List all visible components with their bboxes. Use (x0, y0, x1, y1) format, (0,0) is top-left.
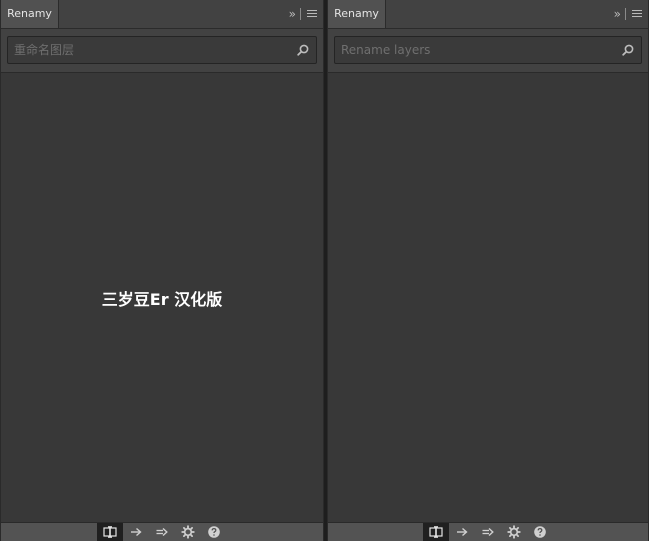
gear-icon (507, 525, 521, 539)
apply-all-button[interactable] (475, 523, 501, 541)
renamy-panel-english: Renamy » (327, 0, 649, 541)
apply-all-button[interactable] (149, 523, 175, 541)
layer-list-area (328, 73, 648, 523)
search-area (328, 29, 648, 73)
gear-icon (181, 525, 195, 539)
search-area (1, 29, 323, 73)
rename-icon (103, 526, 117, 538)
translation-watermark: 三岁豆Er 汉化版 (101, 290, 223, 309)
arrow-right-icon (457, 527, 468, 537)
help-button[interactable] (201, 523, 227, 541)
panel-menu-icon[interactable] (632, 10, 642, 18)
rename-icon (429, 526, 443, 538)
search-input[interactable] (8, 37, 286, 63)
settings-button[interactable] (175, 523, 201, 541)
panel-tabbar: Renamy » (328, 0, 648, 29)
search-icon[interactable] (297, 44, 309, 56)
double-arrow-right-icon (482, 527, 494, 537)
arrow-right-icon (131, 527, 142, 537)
search-icon[interactable] (622, 44, 634, 56)
settings-button[interactable] (501, 523, 527, 541)
layer-list-area: 三岁豆Er 汉化版 (1, 73, 323, 523)
search-input[interactable] (335, 37, 611, 63)
apply-button[interactable] (123, 523, 149, 541)
search-box (334, 36, 642, 64)
collapse-panel-icon[interactable]: » (289, 7, 296, 21)
rename-tool-button[interactable] (423, 523, 449, 541)
help-button[interactable] (527, 523, 553, 541)
panel-footer-toolbar (328, 522, 648, 541)
search-box (7, 36, 317, 64)
panel-menu-icon[interactable] (307, 10, 317, 18)
panel-footer-toolbar (1, 522, 323, 541)
tab-renamy[interactable]: Renamy (1, 0, 59, 28)
apply-button[interactable] (449, 523, 475, 541)
double-arrow-right-icon (156, 527, 168, 537)
panel-tabbar: Renamy » (1, 0, 323, 29)
renamy-panel-chinese: Renamy » 三岁豆Er 汉化版 (0, 0, 324, 541)
collapse-panel-icon[interactable]: » (614, 7, 621, 21)
help-icon (534, 526, 546, 538)
tab-renamy[interactable]: Renamy (328, 0, 386, 28)
panel-controls: » (614, 0, 642, 28)
help-icon (208, 526, 220, 538)
rename-tool-button[interactable] (97, 523, 123, 541)
controls-divider (300, 8, 301, 20)
panel-controls: » (289, 0, 317, 28)
controls-divider (625, 8, 626, 20)
